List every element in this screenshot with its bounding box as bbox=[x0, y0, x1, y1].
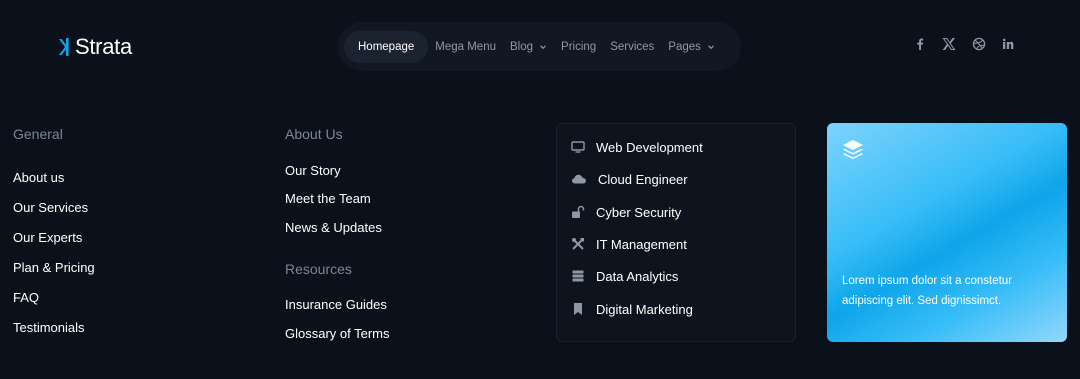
dribbble-icon[interactable] bbox=[972, 37, 986, 51]
footer-link-our-experts[interactable]: Our Experts bbox=[13, 230, 82, 245]
service-cloud-engineer[interactable]: Cloud Engineer bbox=[571, 170, 688, 188]
service-label: IT Management bbox=[596, 236, 687, 252]
nav-label: Pages bbox=[668, 40, 701, 53]
bookmark-icon bbox=[574, 303, 582, 315]
facebook-icon[interactable] bbox=[913, 37, 927, 51]
nav-blog[interactable]: Blog bbox=[503, 31, 554, 63]
about-title: About Us bbox=[285, 126, 343, 142]
site-header: Strata Homepage Mega Menu Blog Pricing S… bbox=[0, 0, 1080, 95]
nav-label: Pricing bbox=[561, 40, 597, 53]
x-icon[interactable] bbox=[942, 37, 956, 51]
nav-services[interactable]: Services bbox=[603, 31, 661, 63]
service-label: Cloud Engineer bbox=[598, 171, 688, 187]
services-panel: Web Development Cloud Engineer Cyber Sec… bbox=[556, 123, 796, 342]
service-digital-marketing[interactable]: Digital Marketing bbox=[571, 300, 693, 318]
footer-link-meet-team[interactable]: Meet the Team bbox=[285, 191, 371, 206]
footer-link-news-updates[interactable]: News & Updates bbox=[285, 220, 382, 235]
nav-mega-menu[interactable]: Mega Menu bbox=[428, 31, 503, 63]
nav-pages[interactable]: Pages bbox=[661, 31, 722, 63]
service-data-analytics[interactable]: Data Analytics bbox=[571, 267, 678, 285]
service-label: Digital Marketing bbox=[596, 301, 693, 317]
nav-homepage[interactable]: Homepage bbox=[344, 30, 429, 63]
chevron-down-icon bbox=[707, 44, 714, 49]
server-icon bbox=[572, 270, 584, 282]
footer-link-our-story[interactable]: Our Story bbox=[285, 163, 341, 178]
footer-link-insurance-guides[interactable]: Insurance Guides bbox=[285, 297, 387, 312]
logo-mark-icon bbox=[59, 38, 69, 56]
logo[interactable]: Strata bbox=[59, 34, 132, 60]
layers-icon bbox=[843, 140, 863, 160]
nav-label: Services bbox=[610, 40, 655, 53]
cloud-icon bbox=[572, 174, 586, 184]
footer-link-glossary[interactable]: Glossary of Terms bbox=[285, 326, 390, 341]
nav-label: Homepage bbox=[358, 40, 415, 53]
brand-name: Strata bbox=[75, 34, 132, 59]
nav-label: Mega Menu bbox=[435, 40, 496, 53]
footer-link-about-us[interactable]: About us bbox=[13, 170, 64, 185]
nav-pricing[interactable]: Pricing bbox=[554, 31, 603, 63]
linkedin-icon[interactable] bbox=[1001, 37, 1015, 51]
monitor-icon bbox=[571, 141, 585, 153]
promo-text: Lorem ipsum dolor sit a constetur adipis… bbox=[842, 275, 1013, 307]
footer-link-our-services[interactable]: Our Services bbox=[13, 200, 88, 215]
footer-link-plan-pricing[interactable]: Plan & Pricing bbox=[13, 260, 95, 275]
service-web-development[interactable]: Web Development bbox=[571, 138, 703, 156]
resources-title: Resources bbox=[285, 261, 352, 277]
service-label: Cyber Security bbox=[596, 204, 682, 220]
service-label: Data Analytics bbox=[596, 268, 679, 284]
lock-open-icon bbox=[572, 205, 585, 218]
chevron-down-icon bbox=[540, 44, 546, 49]
footer-link-testimonials[interactable]: Testimonials bbox=[13, 320, 85, 335]
promo-card[interactable]: Lorem ipsum dolor sit a constetur adipis… bbox=[827, 123, 1067, 342]
nav-label: Blog bbox=[510, 40, 534, 53]
main-nav: Homepage Mega Menu Blog Pricing Services… bbox=[338, 22, 741, 71]
service-cyber-security[interactable]: Cyber Security bbox=[571, 203, 681, 221]
footer-link-faq[interactable]: FAQ bbox=[13, 290, 39, 305]
general-title: General bbox=[13, 126, 63, 142]
tools-icon bbox=[572, 238, 584, 250]
service-it-management[interactable]: IT Management bbox=[571, 235, 687, 253]
service-label: Web Development bbox=[596, 139, 703, 155]
